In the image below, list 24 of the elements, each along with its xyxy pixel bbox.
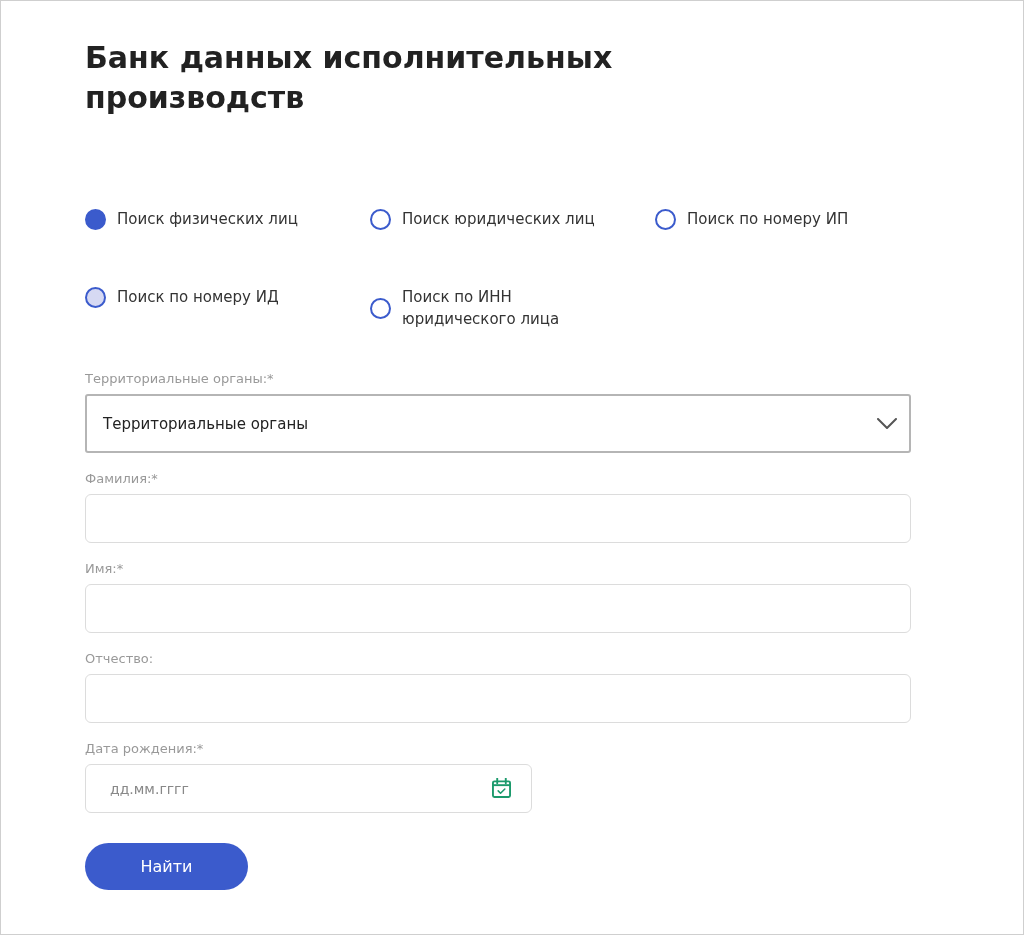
field-label: Отчество: bbox=[85, 650, 154, 667]
field-label: Фамилия:* bbox=[85, 470, 158, 487]
radio-button[interactable] bbox=[370, 297, 391, 319]
page-title: Банк данных исполнительных производств bbox=[85, 39, 614, 117]
field-label: Территориальные органы:* bbox=[85, 370, 274, 387]
search-button[interactable]: Найти bbox=[85, 843, 248, 890]
radio-button[interactable] bbox=[85, 208, 106, 230]
radio-label[interactable]: Поиск юридических лиц bbox=[402, 208, 595, 230]
radio-label[interactable]: Поиск по ИНН юридического лица bbox=[402, 286, 627, 330]
field-label: Дата рождения:* bbox=[85, 740, 204, 757]
dropdown-field[interactable]: Территориальные органы bbox=[85, 394, 911, 453]
text-input-field[interactable] bbox=[85, 674, 911, 723]
text-input-field[interactable] bbox=[85, 584, 911, 633]
chevron-down-icon bbox=[877, 418, 897, 429]
radio-button[interactable] bbox=[85, 286, 106, 308]
radio-button[interactable] bbox=[655, 208, 676, 230]
field-label: Имя:* bbox=[85, 560, 124, 577]
calendar-icon[interactable] bbox=[492, 778, 511, 798]
radio-button[interactable] bbox=[370, 208, 391, 230]
radio-label[interactable]: Поиск по номеру ИД bbox=[117, 286, 279, 308]
radio-label[interactable]: Поиск физических лиц bbox=[117, 208, 298, 230]
radio-label[interactable]: Поиск по номеру ИП bbox=[687, 208, 849, 230]
text-input-field[interactable] bbox=[85, 494, 911, 543]
date-input-field[interactable]: дд.мм.гггг bbox=[85, 764, 532, 813]
